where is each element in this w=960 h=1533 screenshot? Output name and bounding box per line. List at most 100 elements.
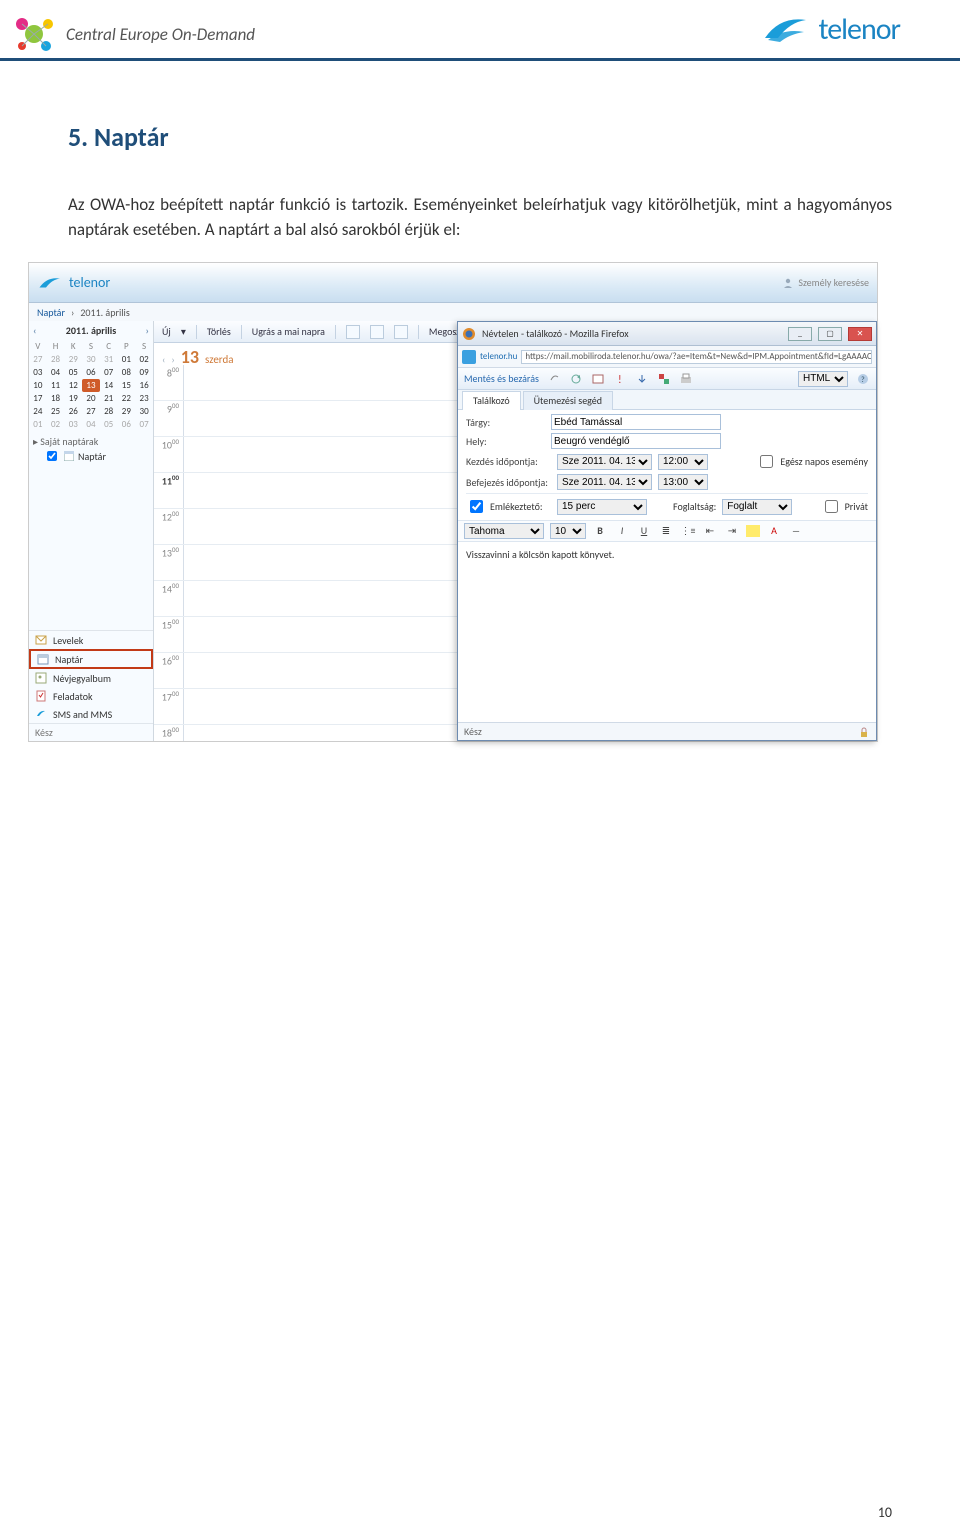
toolbar-delete[interactable]: Törlés — [207, 325, 231, 338]
hr-button[interactable]: ― — [788, 523, 804, 539]
nav-calendar[interactable]: Naptár — [29, 649, 153, 669]
end-label: Befejezés időpontja: — [466, 476, 551, 489]
popup-titlebar: Névtelen - találkozó - Mozilla Firefox _… — [458, 322, 876, 346]
svg-text:?: ? — [861, 375, 865, 385]
all-day-checkbox[interactable] — [760, 455, 773, 468]
numbering-button[interactable]: ⋮≡ — [680, 523, 696, 539]
private-checkbox[interactable] — [825, 500, 838, 513]
reminder-checkbox[interactable] — [470, 500, 483, 513]
owa-screenshot: telenor Személy keresése Naptár › 2011. … — [28, 262, 878, 742]
outdent-button[interactable]: ⇤ — [702, 523, 718, 539]
section-heading: 5. Naptár — [68, 121, 892, 153]
next-month-arrow[interactable]: › — [146, 324, 149, 337]
tab-meeting[interactable]: Találkozó — [462, 391, 521, 410]
nav-mail[interactable]: Levelek — [29, 631, 153, 649]
subject-input[interactable] — [551, 414, 721, 430]
page-header: Central Europe On-Demand telenor — [0, 0, 960, 61]
firefox-icon — [462, 327, 476, 341]
mini-calendar[interactable]: VHKSCPS 27282930310102030405060708091011… — [29, 340, 153, 431]
calendar-tree: ▸ Saját naptárak Naptár — [29, 431, 153, 466]
bullets-button[interactable]: ≣ — [658, 523, 674, 539]
categorize-icon[interactable] — [657, 372, 671, 386]
calendar-checkbox[interactable] — [47, 451, 57, 461]
popup-tabs: Találkozó Ütemezési segéd — [458, 390, 876, 410]
body-paragraph: Az OWA-hoz beépített naptár funkció is t… — [68, 193, 892, 242]
owa-header: telenor Személy keresése — [29, 263, 877, 303]
importance-high-icon[interactable]: ! — [613, 372, 627, 386]
end-date-select[interactable]: Sze 2011. 04. 13. — [557, 474, 652, 490]
font-color-button[interactable]: A — [766, 523, 782, 539]
tree-item-label: Naptár — [78, 450, 106, 463]
nav-label: Névjegyalbum — [53, 672, 111, 685]
day-view-icon[interactable] — [346, 325, 360, 339]
prev-month-arrow[interactable]: ‹ — [33, 324, 36, 337]
ceod-logo: Central Europe On-Demand — [10, 10, 255, 58]
bold-button[interactable]: B — [592, 523, 608, 539]
reminder-select[interactable]: 15 perc — [557, 499, 647, 515]
nav-sms[interactable]: SMS and MMS — [29, 705, 153, 723]
popup-toolbar: Mentés és bezárás ! HTML ? — [458, 368, 876, 390]
maximize-button[interactable]: ▢ — [818, 327, 842, 341]
help-icon[interactable]: ? — [856, 372, 870, 386]
toolbar-today[interactable]: Ugrás a mai napra — [252, 325, 325, 338]
popup-addressbar: telenor.hu https://mail.mobiliroda.telen… — [458, 346, 876, 368]
tab-scheduling[interactable]: Ütemezési segéd — [523, 391, 613, 410]
appointment-body[interactable]: Visszavinni a kölcsön kapott könyvet. — [458, 542, 876, 722]
person-icon — [782, 277, 794, 289]
tree-header: Saját naptárak — [40, 435, 98, 448]
chevron-right-icon: › — [71, 306, 74, 319]
location-label: Hely: — [466, 435, 551, 448]
reminder-label: Emlékeztető: — [490, 500, 543, 513]
week-view-icon[interactable] — [370, 325, 384, 339]
recurrence-icon[interactable] — [569, 372, 583, 386]
format-toolbar: Tahoma 10 B I U ≣ ⋮≡ ⇤ ⇥ A ― — [458, 520, 876, 542]
calendar-icon — [64, 451, 74, 461]
breadcrumb-month: 2011. április — [80, 306, 129, 319]
tree-collapse-icon[interactable]: ▸ — [33, 435, 38, 448]
nav-tasks[interactable]: Feladatok — [29, 687, 153, 705]
font-select[interactable]: Tahoma — [464, 523, 544, 539]
check-names-icon[interactable] — [591, 372, 605, 386]
url-field[interactable]: https://mail.mobiliroda.telenor.hu/owa/?… — [521, 350, 872, 364]
attach-icon[interactable] — [547, 372, 561, 386]
telenor-logo: telenor — [760, 10, 900, 48]
indent-button[interactable]: ⇥ — [724, 523, 740, 539]
importance-low-icon[interactable] — [635, 372, 649, 386]
private-label: Privát — [845, 500, 868, 513]
status-text: Kész — [464, 725, 482, 738]
minimize-button[interactable]: _ — [788, 327, 812, 341]
busy-label: Foglaltság: — [673, 500, 716, 513]
sms-icon — [35, 708, 47, 720]
font-size-select[interactable]: 10 — [550, 523, 586, 539]
side-nav: Levelek Naptár Névjegyalbum Feladatok — [29, 630, 153, 723]
underline-button[interactable]: U — [636, 523, 652, 539]
end-time-select[interactable]: 13:00 — [658, 474, 708, 490]
ceod-molecule-icon — [10, 10, 58, 58]
breadcrumb-calendar[interactable]: Naptár — [37, 306, 65, 319]
location-input[interactable] — [551, 433, 721, 449]
lock-icon — [858, 726, 870, 738]
print-icon[interactable] — [679, 372, 693, 386]
appointment-popup: Névtelen - találkozó - Mozilla Firefox _… — [457, 321, 877, 741]
start-time-select[interactable]: 12:00 — [658, 454, 708, 470]
person-search[interactable]: Személy keresése — [782, 276, 877, 289]
italic-button[interactable]: I — [614, 523, 630, 539]
save-close-button[interactable]: Mentés és bezárás — [464, 372, 539, 385]
busy-select[interactable]: Foglalt — [722, 499, 792, 515]
tasks-icon — [35, 690, 47, 702]
nav-label: Levelek — [53, 634, 83, 647]
owa-breadcrumb: Naptár › 2011. április — [29, 303, 877, 321]
toolbar-new[interactable]: Új — [162, 325, 171, 338]
format-select[interactable]: HTML — [798, 371, 848, 387]
tree-item-calendar[interactable]: Naptár — [33, 448, 149, 464]
nav-contacts[interactable]: Névjegyalbum — [29, 669, 153, 687]
search-placeholder: Személy keresése — [798, 276, 869, 289]
close-button[interactable]: ✕ — [848, 327, 872, 341]
document-content: 5. Naptár Az OWA-hoz beépített naptár fu… — [0, 61, 960, 762]
chevron-down-icon[interactable]: ▾ — [181, 325, 186, 338]
start-label: Kezdés időpontja: — [466, 455, 551, 468]
month-view-icon[interactable] — [394, 325, 408, 339]
highlight-button[interactable] — [746, 525, 760, 537]
all-day-label: Egész napos esemény — [780, 455, 868, 468]
start-date-select[interactable]: Sze 2011. 04. 13. — [557, 454, 652, 470]
